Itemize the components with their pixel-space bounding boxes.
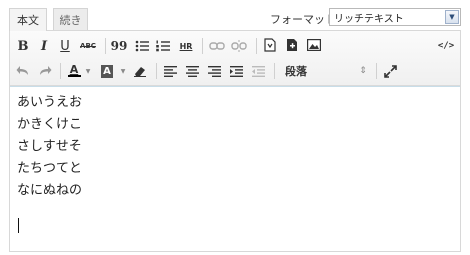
file-add-icon [287, 39, 297, 51]
background-color-button[interactable]: A [99, 62, 115, 80]
font-color-button[interactable]: A [66, 61, 82, 79]
editor-tabs: 本文 続き フォーマット: リッチテキスト ▼ [0, 0, 470, 34]
redo-icon [40, 66, 52, 75]
toolbar-separator [156, 63, 157, 79]
format-selected-value: リッチテキスト [334, 13, 404, 25]
bulleted-list-button[interactable] [134, 37, 150, 55]
clear-formatting-button[interactable] [132, 62, 148, 80]
tab-main-text[interactable]: 本文 [9, 8, 47, 31]
format-select[interactable]: リッチテキスト ▼ [329, 8, 461, 26]
insert-image-button[interactable] [306, 36, 322, 54]
rich-text-editor: B I U ABC 99 HR </> A ▼ A ▼ 段落 ⇕ あいうえお か… [9, 30, 461, 252]
content-line: かきくけこ [17, 117, 83, 132]
background-color-dropdown[interactable]: ▼ [118, 62, 128, 80]
remove-link-button[interactable] [230, 37, 248, 55]
horizontal-rule-button[interactable]: HR [177, 37, 195, 55]
align-center-icon [185, 65, 199, 77]
tab-continued[interactable]: 続き [53, 8, 88, 30]
strikethrough-button[interactable]: ABC [78, 37, 98, 55]
italic-button[interactable]: I [37, 37, 51, 55]
fullscreen-button[interactable] [382, 62, 398, 80]
toolbar-separator [105, 38, 106, 54]
outdent-button[interactable] [250, 62, 266, 80]
chevron-updown-icon: ⇕ [359, 66, 367, 76]
content-line: なにぬねの [17, 183, 83, 198]
align-left-icon [163, 65, 177, 77]
numbered-list-icon [156, 40, 170, 52]
chevron-down-icon[interactable]: ▼ [445, 10, 459, 24]
align-right-icon [207, 65, 221, 77]
toolbar-separator [274, 63, 275, 79]
page-break-icon [264, 38, 276, 52]
align-left-button[interactable] [162, 62, 178, 80]
indent-icon [229, 65, 243, 77]
source-code-button[interactable]: </> [437, 37, 455, 55]
toolbar-separator [60, 63, 61, 79]
font-color-label: A [69, 62, 79, 76]
toolbar-separator [376, 63, 377, 79]
redo-button[interactable] [37, 62, 53, 80]
font-color-dropdown[interactable]: ▼ [83, 62, 93, 80]
unlink-icon [231, 40, 247, 52]
bold-button[interactable]: B [16, 37, 30, 55]
align-center-button[interactable] [184, 62, 200, 80]
indent-button[interactable] [228, 62, 244, 80]
insert-link-button[interactable] [208, 37, 226, 55]
align-right-button[interactable] [206, 62, 222, 80]
undo-icon [16, 66, 28, 75]
background-color-label: A [101, 64, 113, 78]
paragraph-format-value: 段落 [285, 65, 307, 78]
editor-content-area[interactable]: あいうえお かきくけこ さしすせそ たちつてと なにぬねの [10, 86, 460, 252]
toolbar-separator [256, 38, 257, 54]
eraser-icon [134, 67, 146, 77]
toolbar-separator [202, 38, 203, 54]
link-icon [209, 42, 225, 50]
expand-icon [383, 64, 397, 78]
underline-button[interactable]: U [58, 37, 72, 55]
image-icon [307, 39, 321, 51]
insert-file-button[interactable] [284, 36, 300, 54]
font-color-bar [67, 74, 81, 77]
insert-more-button[interactable] [262, 36, 278, 54]
bulleted-list-icon [135, 40, 149, 52]
content-line: あいうえお [17, 95, 83, 110]
content-line: さしすせそ [17, 139, 82, 154]
outdent-icon [251, 65, 265, 77]
numbered-list-button[interactable] [155, 37, 171, 55]
blockquote-button[interactable]: 99 [111, 37, 128, 55]
undo-button[interactable] [15, 62, 31, 80]
text-caret [18, 218, 19, 233]
editor-toolbar: B I U ABC 99 HR </> A ▼ A ▼ 段落 ⇕ [10, 31, 460, 86]
content-line: たちつてと [17, 161, 83, 176]
